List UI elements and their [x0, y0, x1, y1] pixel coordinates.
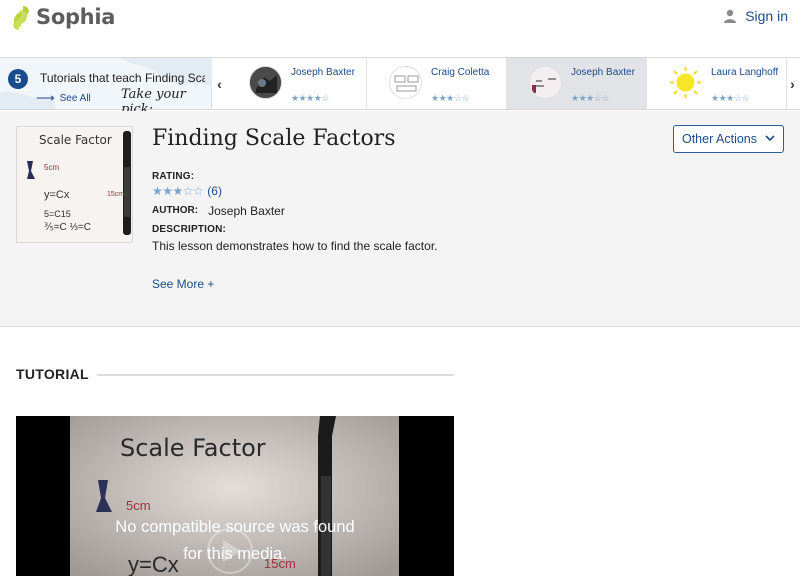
carousel-author: Joseph Baxter	[291, 67, 355, 78]
carousel-prev-button[interactable]: ‹	[212, 58, 227, 109]
user-icon	[724, 9, 737, 23]
thumb-text: y=Cx	[44, 189, 70, 201]
lesson-thumbnail: Scale Factor 5cm y=Cx 15cm 5=C15 ⅗=C ⅓=C	[16, 126, 133, 243]
description-label: DESCRIPTION:	[152, 224, 227, 235]
frame-text: Scale Factor	[120, 434, 266, 462]
lesson-rating[interactable]: ★★★☆☆ (6)	[152, 184, 222, 198]
rating-label: RATING:	[152, 171, 195, 182]
see-more-link[interactable]: See More +	[152, 277, 214, 291]
rating-count: (6)	[207, 184, 222, 198]
thumb-text: 15cm	[107, 191, 125, 198]
logo-text: Sophia	[36, 5, 116, 29]
rating-stars: ★★★☆☆	[152, 184, 204, 198]
chevron-right-icon: ›	[790, 75, 795, 92]
site-header: Sophia Sign in	[0, 0, 800, 57]
carousel-author: Joseph Baxter	[571, 67, 635, 78]
lesson-details: Scale Factor 5cm y=Cx 15cm 5=C15 ⅗=C ⅓=C…	[0, 111, 800, 327]
carousel-rating-stars: ★★★☆☆	[711, 93, 749, 103]
video-error-message: No compatible source was found for this …	[16, 514, 454, 568]
frame-text: 5cm	[126, 498, 151, 513]
tutorial-thumbnail	[389, 66, 422, 99]
carousel-author: Craig Coletta	[431, 67, 490, 78]
carousel-rating-stars: ★★★☆☆	[571, 93, 609, 103]
carousel-intro: 5 Tutorials that teach Finding Sca ⟶ See…	[0, 58, 212, 117]
carousel-author: Laura Langhoff	[711, 67, 779, 78]
arrow-right-icon: ⟶	[36, 90, 55, 105]
video-error-line: No compatible source was found	[115, 518, 355, 536]
tutorial-heading: TUTORIAL	[16, 366, 89, 382]
tutorial-thumbnail	[249, 66, 282, 99]
sophia-logo[interactable]: Sophia	[10, 4, 115, 30]
carousel-item[interactable]: Joseph Baxter ★★★★☆	[227, 58, 367, 109]
page-title: Finding Scale Factors	[152, 126, 396, 151]
carousel-item[interactable]: Craig Coletta ★★★☆☆	[367, 58, 507, 109]
carousel-item-active[interactable]: Joseph Baxter ★★★☆☆	[507, 58, 647, 109]
carousel-item[interactable]: Laura Langhoff ★★★☆☆	[647, 58, 787, 109]
other-actions-label: Other Actions	[681, 132, 758, 146]
carousel-rating-stars: ★★★★☆	[291, 93, 329, 103]
see-all-link[interactable]: ⟶ See All	[36, 90, 91, 106]
author-label: AUTHOR:	[152, 205, 199, 216]
carousel-title: Tutorials that teach Finding Sca	[40, 71, 205, 85]
tutorial-divider	[97, 374, 454, 376]
thumb-text: ⅗=C ⅓=C	[44, 222, 91, 233]
author-row: AUTHOR: Joseph Baxter	[152, 204, 285, 218]
carousel-next-button[interactable]: ›	[785, 58, 800, 109]
tutorial-thumbnail	[529, 66, 562, 99]
see-all-label: See All	[59, 92, 91, 104]
sophia-leaf-icon	[10, 4, 32, 30]
chevron-left-icon: ‹	[217, 75, 222, 92]
thumb-text: Scale Factor	[39, 133, 112, 147]
chevron-down-icon	[765, 134, 775, 145]
tutorial-thumbnail	[669, 66, 702, 99]
description-text: This lesson demonstrates how to find the…	[152, 239, 438, 253]
thumb-text: 5cm	[44, 163, 60, 172]
sign-in-label: Sign in	[745, 8, 788, 24]
carousel-rating-stars: ★★★☆☆	[431, 93, 469, 103]
thumb-text: 5=C15	[44, 209, 71, 219]
tutorial-carousel: 5 Tutorials that teach Finding Sca ⟶ See…	[0, 57, 800, 117]
video-player[interactable]: Scale Factor 5cm y=Cx 15cm No compatible…	[16, 416, 454, 576]
video-error-line: for this media.	[183, 545, 287, 563]
sign-in-link[interactable]: Sign in	[723, 8, 788, 24]
other-actions-button[interactable]: Other Actions	[673, 125, 784, 153]
tutorial-count-badge: 5	[8, 69, 28, 89]
author-name: Joseph Baxter	[208, 204, 285, 218]
